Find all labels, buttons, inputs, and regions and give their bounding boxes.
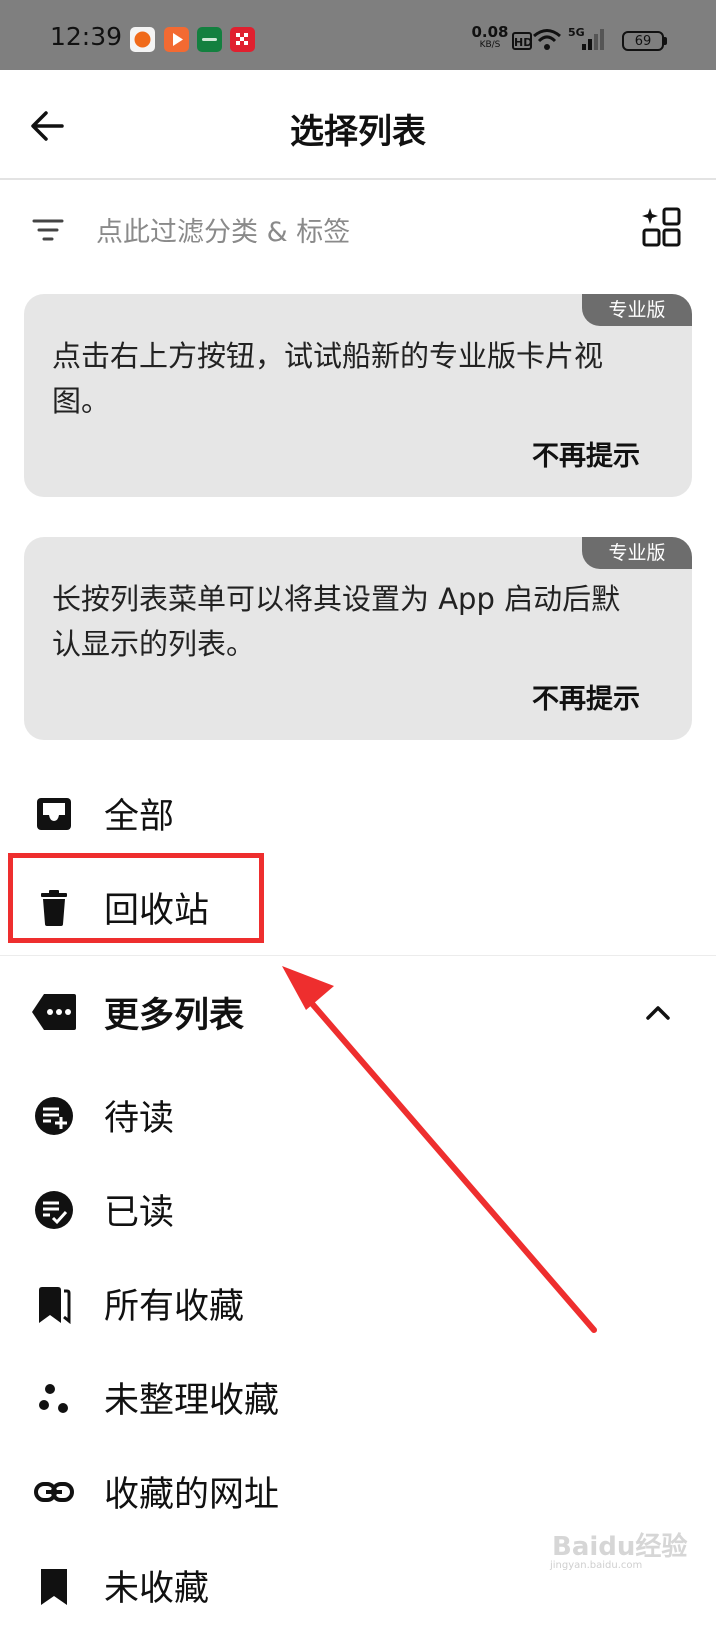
list-item-label: 未整理收藏 (104, 1381, 280, 1421)
playlist-check-icon (35, 1191, 73, 1229)
list-item-label: 所有收藏 (104, 1287, 245, 1327)
link-icon (34, 1482, 74, 1502)
wifi-icon (532, 27, 562, 53)
battery-tip (664, 37, 667, 45)
watermark-text: Baidu经验 (552, 1532, 688, 1562)
tip-text: 长按列表菜单可以将其设置为 App 启动后默认显示的列表。 (52, 582, 621, 661)
label-more-icon (32, 994, 76, 1030)
highlight-box (8, 853, 264, 943)
watermark-subtext: jingyan.baidu.com (550, 1560, 643, 1571)
filter-icon[interactable] (30, 212, 66, 248)
playlist-add-icon (35, 1097, 73, 1135)
grid-sparkle-icon (642, 207, 681, 247)
status-time: 12:39 (50, 22, 123, 51)
cellular-signal-icon: 5G (568, 26, 604, 52)
list-item-all-favorites[interactable]: 所有收藏 (0, 1258, 716, 1350)
bookmarks-icon (39, 1287, 71, 1324)
bookmark-off-icon (41, 1569, 67, 1605)
list-item-label: 未收藏 (104, 1569, 210, 1609)
pro-badge: 专业版 (582, 294, 692, 326)
list-item-label: 全部 (104, 797, 175, 837)
tip-text: 点击右上方按钮，试试船新的专业版卡片视图。 (52, 339, 604, 418)
dismiss-tip-button[interactable]: 不再提示 (532, 677, 640, 716)
pro-badge: 专业版 (582, 537, 692, 569)
scatter-dots-icon (39, 1384, 68, 1413)
list-item-label: 已读 (104, 1193, 175, 1233)
scoring-app-icon (130, 27, 155, 52)
list-item-unsorted-favorites[interactable]: 未整理收藏 (0, 1352, 716, 1444)
chevron-up-icon[interactable] (640, 995, 676, 1031)
baidu-watermark: Baidu经验 jingyan.baidu.com (548, 1512, 698, 1572)
video-app-icon (164, 27, 189, 52)
oppo-app-icon (197, 27, 222, 52)
card-view-toggle-button[interactable] (640, 205, 686, 251)
page-title: 选择列表 (290, 112, 426, 152)
game-app-icon (230, 27, 255, 52)
list-item-label: 收藏的网址 (104, 1475, 280, 1515)
pro-tip-card: 专业版 点击右上方按钮，试试船新的专业版卡片视图。 不再提示 (24, 294, 692, 497)
list-item-to-read[interactable]: 待读 (0, 1070, 716, 1162)
network-speed: 0.08 KB/S (471, 23, 509, 51)
pro-tip-card: 专业版 长按列表菜单可以将其设置为 App 启动后默认显示的列表。 不再提示 (24, 537, 692, 740)
battery-indicator: 69 (622, 31, 664, 51)
dismiss-tip-button[interactable]: 不再提示 (532, 434, 640, 473)
inbox-icon (37, 798, 71, 830)
filter-input[interactable]: 点此过滤分类 & 标签 (96, 210, 350, 249)
section-label: 更多列表 (104, 996, 245, 1036)
list-item-label: 待读 (104, 1099, 175, 1139)
list-item-all[interactable]: 全部 (0, 768, 716, 860)
hd-icon: HD (512, 32, 532, 50)
list-item-read[interactable]: 已读 (0, 1164, 716, 1256)
more-lists-section-header[interactable]: 更多列表 (0, 967, 716, 1059)
divider (0, 955, 716, 956)
